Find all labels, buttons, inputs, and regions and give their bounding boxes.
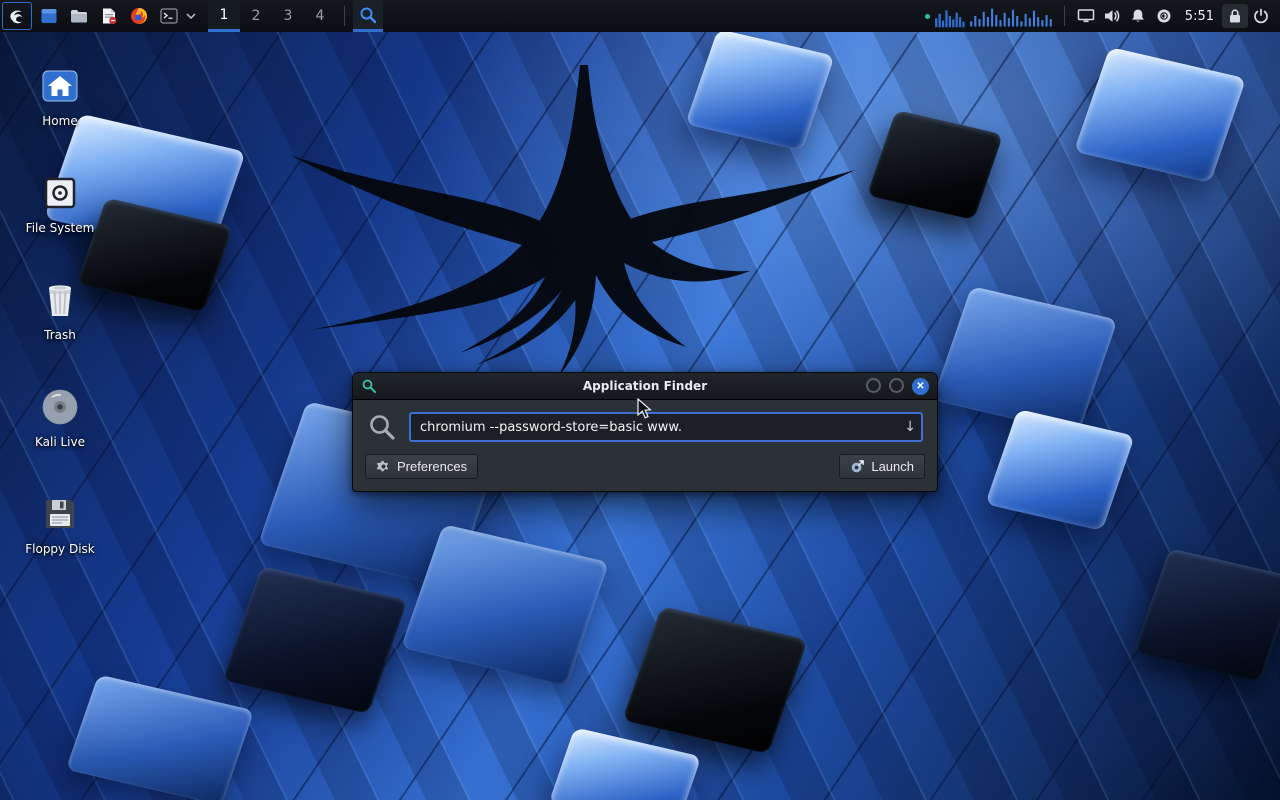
- top-panel: 1 2 3 4: [0, 0, 1280, 32]
- wallpaper-cube: [1074, 47, 1246, 183]
- workspace-1-label: 1: [220, 7, 229, 23]
- panel-separator: [1064, 6, 1065, 26]
- wallpaper-cube: [66, 674, 255, 800]
- wallpaper-cube: [549, 727, 702, 800]
- panel-right: 5:51: [925, 0, 1280, 32]
- display-settings-button[interactable]: [1073, 0, 1099, 32]
- kali-menu-icon: [7, 6, 27, 26]
- terminal-icon: [159, 6, 179, 26]
- window-app-finder-icon: [361, 378, 377, 394]
- preferences-label: Preferences: [397, 459, 467, 474]
- gear-icon: [376, 459, 391, 474]
- panel-separator: [344, 6, 345, 26]
- window-title: Application Finder: [353, 379, 937, 393]
- desktop-icon-trash[interactable]: Trash: [12, 270, 108, 377]
- file-system-icon: [40, 173, 80, 213]
- trash-icon: [41, 280, 79, 320]
- desktop-icon-home[interactable]: Home: [12, 56, 108, 163]
- workspace-3[interactable]: 3: [272, 0, 304, 32]
- desktop-icon-trash-label: Trash: [44, 328, 76, 342]
- wallpaper-cube: [867, 110, 1004, 220]
- workspace-2[interactable]: 2: [240, 0, 272, 32]
- workspace-4-label: 4: [316, 8, 325, 24]
- button-row: Preferences Launch: [365, 454, 925, 479]
- workspace-switcher: 1 2 3 4: [208, 0, 336, 32]
- terminal-launcher[interactable]: [154, 0, 184, 32]
- logout-button[interactable]: [1248, 0, 1274, 32]
- workspace-4[interactable]: 4: [304, 0, 336, 32]
- lock-icon: [1228, 8, 1242, 24]
- desktop-icon-kali-live-label: Kali Live: [35, 435, 85, 449]
- cdrom-icon: [40, 387, 80, 427]
- desktop-icon-file-system[interactable]: File System: [12, 163, 108, 270]
- application-finder-window: Application Finder ✕ ↓: [352, 372, 938, 492]
- lock-screen-button[interactable]: [1222, 4, 1248, 28]
- window-icon: [39, 6, 59, 26]
- firefox-icon: [129, 6, 149, 26]
- floppy-icon: [41, 495, 79, 533]
- wallpaper-cube: [1134, 548, 1280, 682]
- wallpaper-dragon: [250, 55, 870, 395]
- close-button[interactable]: ✕: [912, 378, 929, 395]
- text-editor-icon: [99, 6, 119, 26]
- file-manager-icon: [69, 6, 89, 26]
- desktop-icon-home-label: Home: [42, 114, 77, 128]
- status-menu-button[interactable]: [1151, 0, 1177, 32]
- desktop-icon-file-system-label: File System: [26, 221, 95, 235]
- clock-label: 5:51: [1185, 9, 1214, 24]
- status-circle-icon: [1156, 8, 1172, 24]
- app-finder-icon: [358, 5, 378, 25]
- desktop-icon-kali-live[interactable]: Kali Live: [12, 377, 108, 484]
- file-manager-launcher[interactable]: [64, 0, 94, 32]
- preferences-button[interactable]: Preferences: [365, 454, 478, 479]
- command-input[interactable]: [409, 412, 923, 442]
- wallpaper-cube: [222, 566, 407, 714]
- wallpaper-cube: [985, 409, 1135, 531]
- search-row: ↓: [365, 410, 925, 454]
- close-icon: ✕: [916, 378, 924, 395]
- home-icon: [39, 67, 81, 105]
- power-icon: [1253, 8, 1269, 24]
- launch-icon: [850, 459, 865, 474]
- wallpaper-cube: [622, 606, 807, 754]
- display-icon: [1077, 8, 1095, 24]
- desktop-icon-floppy[interactable]: Floppy Disk: [12, 484, 108, 591]
- finder-body: ↓ Preferences Launch: [353, 400, 937, 491]
- status-dot-icon: [925, 14, 930, 19]
- workspace-3-label: 3: [284, 8, 293, 24]
- bell-icon: [1130, 8, 1146, 24]
- workspace-2-label: 2: [252, 8, 261, 24]
- command-input-wrap: ↓: [409, 412, 923, 442]
- chevron-down-icon: [186, 13, 196, 19]
- titlebar[interactable]: Application Finder ✕: [353, 373, 937, 400]
- wallpaper-cube: [401, 524, 609, 686]
- cpu-graph-icon[interactable]: [934, 0, 968, 32]
- desktop-icon-column: Home File System Trash: [12, 56, 108, 591]
- notifications-button[interactable]: [1125, 0, 1151, 32]
- window-app-launcher[interactable]: [34, 0, 64, 32]
- desktop-icon-floppy-label: Floppy Disk: [25, 542, 95, 556]
- firefox-launcher[interactable]: [124, 0, 154, 32]
- window-controls: ✕: [866, 378, 929, 395]
- maximize-button[interactable]: [889, 378, 904, 393]
- terminal-dropdown-button[interactable]: [184, 0, 198, 32]
- text-editor-launcher[interactable]: [94, 0, 124, 32]
- search-icon: [367, 412, 397, 442]
- workspace-1[interactable]: 1: [208, 0, 240, 32]
- app-finder-taskbar-button[interactable]: [353, 0, 383, 32]
- speaker-icon: [1103, 8, 1121, 24]
- minimize-button[interactable]: [866, 378, 881, 393]
- launch-label: Launch: [871, 459, 914, 474]
- volume-button[interactable]: [1099, 0, 1125, 32]
- wallpaper-cube: [932, 286, 1117, 434]
- clock[interactable]: 5:51: [1177, 9, 1222, 24]
- panel-left: 1 2 3 4: [0, 0, 383, 32]
- launch-button[interactable]: Launch: [839, 454, 925, 479]
- kali-menu-button[interactable]: [2, 2, 32, 30]
- audio-visualizer-icon[interactable]: [968, 0, 1056, 32]
